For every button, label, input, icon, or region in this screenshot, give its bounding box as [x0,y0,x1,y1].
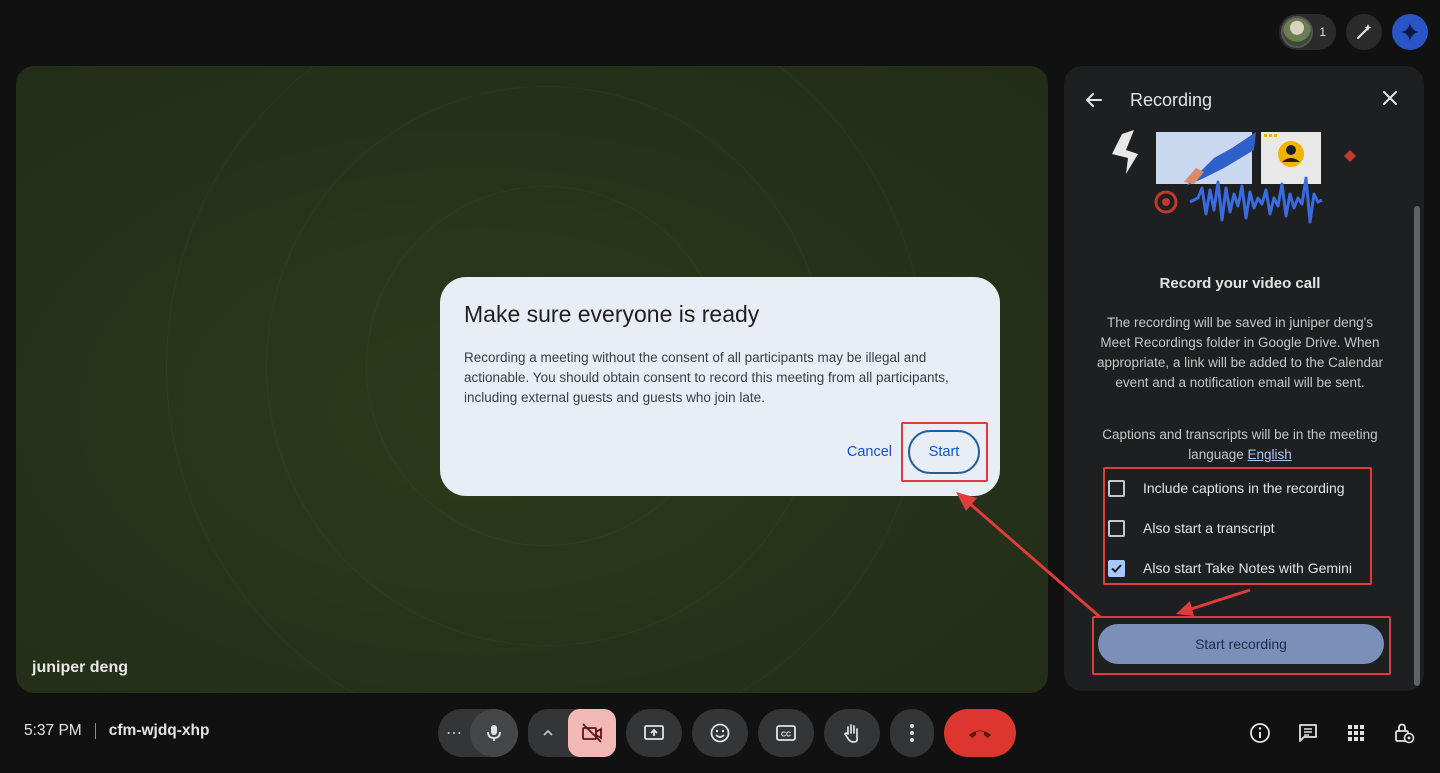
panel-heading: Record your video call [1159,275,1321,292]
gemini-button[interactable] [1392,14,1428,50]
captions-icon: CC [776,725,796,741]
participants-button[interactable]: 1 [1279,14,1336,50]
participant-count: 1 [1319,25,1326,39]
top-right-cluster: 1 [1279,14,1428,50]
more-options-button[interactable] [890,709,934,757]
chat-button[interactable] [1288,716,1328,750]
camera-off-icon [582,723,602,743]
gemini-icon [1401,23,1419,41]
meeting-code: cfm-wjdq-xhp [108,722,210,739]
recording-panel: Recording Record your video call The rec… [1064,66,1424,691]
camera-group [528,709,616,757]
avatar [1281,16,1314,48]
emoji-icon [710,723,730,743]
host-controls-icon [1395,723,1415,744]
close-icon[interactable] [1380,88,1400,108]
info-icon [1250,723,1270,743]
highlight-box-start-recording [1092,616,1391,675]
hangup-icon [969,730,991,738]
meeting-details-button[interactable] [1240,716,1280,750]
panel-scrollbar[interactable] [1414,206,1420,686]
camera-button[interactable] [568,709,616,757]
call-controls: ⋯ CC [438,709,1016,757]
emoji-button[interactable] [692,709,748,757]
leave-call-button[interactable] [944,709,1016,757]
chat-icon [1299,724,1317,742]
host-controls-button[interactable] [1384,716,1424,750]
clock-time: 5:37 PM [24,722,82,739]
present-icon [644,725,664,740]
meeting-info: 5:37 PM cfm-wjdq-xhp [24,722,209,740]
mic-group: ⋯ [438,709,518,757]
raise-hand-icon [844,724,859,743]
meet-window: 1 juniper deng Make sure everyone is rea… [0,0,1440,773]
panel-title: Recording [1130,89,1213,110]
activities-icon [1348,725,1364,741]
raise-hand-button[interactable] [824,709,880,757]
back-arrow-icon[interactable] [1084,90,1104,110]
side-controls [1240,716,1424,750]
pencil-sparkle-icon [1357,24,1372,39]
mic-icon [487,725,501,741]
cancel-button[interactable]: Cancel [845,436,894,468]
recording-illustration [1112,130,1356,224]
more-vert-icon [910,724,914,742]
highlight-box-options [1103,467,1372,585]
language-link[interactable]: English [1248,447,1292,462]
panel-header: Recording [1084,88,1404,112]
svg-text:CC: CC [781,732,791,739]
divider [94,723,96,739]
participant-name: juniper deng [32,659,128,676]
dialog-title: Make sure everyone is ready [464,301,760,327]
audio-options-button[interactable]: ⋯ [438,709,470,757]
mic-button[interactable] [470,709,518,757]
language-note: Captions and transcripts will be in the … [1092,425,1388,465]
activities-button[interactable] [1336,716,1376,750]
chevron-up-icon [543,729,553,736]
present-button[interactable] [626,709,682,757]
highlight-box-start [901,422,988,482]
dialog-body: Recording a meeting without the consent … [464,350,949,405]
language-text: Captions and transcripts will be in the … [1102,427,1378,462]
captions-button[interactable]: CC [758,709,814,757]
panel-description: The recording will be saved in juniper d… [1097,315,1383,390]
video-options-button[interactable] [528,709,568,757]
pencil-sparkle-button[interactable] [1346,14,1382,50]
